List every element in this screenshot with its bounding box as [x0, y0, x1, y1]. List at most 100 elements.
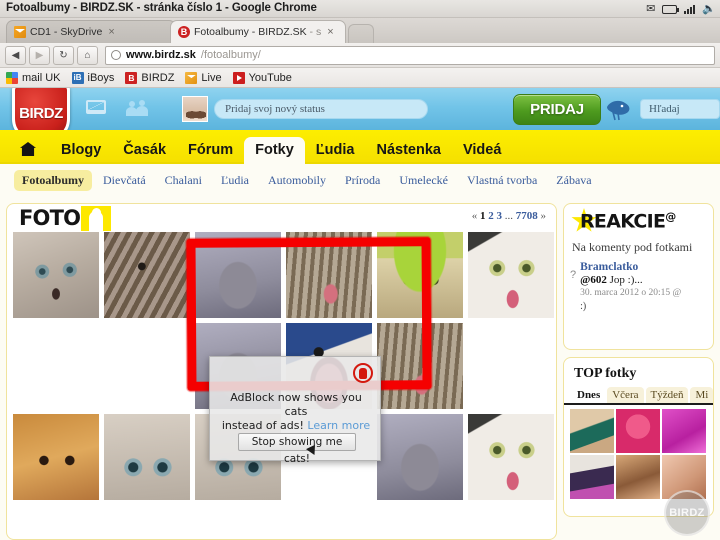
subnav-umelecke[interactable]: Umelecké: [391, 170, 456, 191]
reakcie-item[interactable]: ? Bramclatko @602 Jop :)... 30. marca 20…: [564, 259, 713, 313]
pager-last-page[interactable]: 7708: [516, 210, 538, 222]
photo-thumb[interactable]: [13, 232, 99, 318]
bookmark-live[interactable]: Live: [185, 71, 222, 84]
bookmark-youtube[interactable]: YouTube: [232, 71, 292, 84]
photo-thumb[interactable]: [13, 323, 99, 409]
tab-vcera[interactable]: Včera: [607, 387, 644, 403]
pager-ellipsis: ...: [504, 210, 513, 222]
birdz-icon: B: [178, 26, 190, 38]
foto-panel-header: FOTO « 1 2 3 ... 7708 »: [7, 204, 556, 232]
url-path: /fotoalbumy/: [200, 49, 261, 61]
bookmark-iboys[interactable]: iB iBoys: [71, 71, 115, 84]
subnav-automobily[interactable]: Automobily: [260, 170, 334, 191]
browser-window: Fotoalbumy - BIRDZ.SK - stránka číslo 1 …: [0, 0, 720, 540]
bookmark-label: iBoys: [87, 71, 115, 84]
stop-showing-cats-button[interactable]: Stop showing me cats!: [238, 433, 356, 465]
reakcie-date: 30. marca 2012 o 20:15 @: [580, 288, 682, 298]
status-input[interactable]: Pridaj svoj nový status: [214, 99, 428, 119]
nav-item-forum[interactable]: Fórum: [177, 142, 244, 165]
question-icon: ?: [570, 269, 577, 281]
subnav-fotoalbumy[interactable]: Fotoalbumy: [14, 170, 93, 191]
forward-button[interactable]: ▶: [29, 45, 50, 65]
top-photo-thumb[interactable]: [616, 455, 660, 499]
pager-prev[interactable]: «: [472, 210, 478, 222]
top-photo-thumb[interactable]: [662, 409, 706, 453]
search-input[interactable]: Hľadaj: [640, 99, 720, 119]
people-icon[interactable]: [125, 100, 149, 116]
pager-page-3[interactable]: 3: [497, 210, 503, 222]
top-photo-thumb[interactable]: [616, 409, 660, 453]
tab-dnes[interactable]: Dnes: [572, 387, 606, 403]
tab-title: Fotoalbumy - BIRDZ.SK - s: [194, 26, 322, 38]
photo-thumb[interactable]: [377, 414, 463, 500]
bookmark-birdz[interactable]: B BIRDZ: [125, 71, 174, 84]
page-title: FOTO: [19, 206, 81, 230]
tab-fotoalbumy[interactable]: B Fotoalbumy - BIRDZ.SK - s ×: [170, 20, 346, 43]
photo-thumb[interactable]: [377, 232, 463, 318]
bookmark-label: mail UK: [22, 71, 61, 84]
reakcie-title: REAKCIE@: [580, 210, 676, 233]
browser-toolbar: ◀ ▶ ↻ ⌂ www.birdz.sk/fotoalbumy/: [0, 43, 720, 68]
sub-nav: Fotoalbumy Dievčatá Chalani Ľudia Automo…: [0, 164, 720, 197]
new-tab-button[interactable]: [348, 24, 374, 43]
bookmark-label: YouTube: [248, 71, 292, 84]
nav-item-videa[interactable]: Videá: [452, 142, 512, 165]
tab-mesiac[interactable]: Mi: [690, 387, 713, 403]
url-domain: www.birdz.sk: [126, 49, 196, 61]
window-title-bar: Fotoalbumy - BIRDZ.SK - stránka číslo 1 …: [0, 0, 720, 18]
nav-item-fotky[interactable]: Fotky: [244, 136, 305, 166]
photo-thumb[interactable]: [104, 323, 190, 409]
reakcie-mention: @602: [580, 274, 607, 286]
battery-icon[interactable]: [662, 4, 680, 14]
subnav-dievcata[interactable]: Dievčatá: [95, 170, 154, 191]
signal-icon[interactable]: [684, 4, 696, 14]
photo-thumb[interactable]: [104, 232, 190, 318]
photo-thumb[interactable]: [468, 232, 554, 318]
envelope-icon[interactable]: [86, 100, 106, 114]
photo-thumb[interactable]: [286, 232, 372, 318]
nav-item-ludia[interactable]: Ľudia: [305, 142, 366, 165]
reakcie-text: Jop :)...: [609, 274, 643, 286]
photo-thumb[interactable]: [195, 232, 281, 318]
nav-item-nastenka[interactable]: Nástenka: [365, 142, 451, 165]
volume-icon[interactable]: 🔈: [702, 1, 716, 17]
photo-thumb[interactable]: [104, 414, 190, 500]
bookmark-mail-uk[interactable]: mail UK: [6, 71, 61, 84]
reload-button[interactable]: ↻: [53, 45, 74, 65]
home-button[interactable]: ⌂: [77, 45, 98, 65]
photo-thumb[interactable]: [468, 414, 554, 500]
subnav-priroda[interactable]: Príroda: [337, 170, 388, 191]
subnav-vlastna-tvorba[interactable]: Vlastná tvorba: [459, 170, 545, 191]
photo-thumb[interactable]: [377, 323, 463, 409]
tab-tyzden[interactable]: Týždeň: [645, 387, 689, 403]
avatar[interactable]: [182, 96, 208, 122]
close-icon[interactable]: ×: [108, 26, 114, 38]
nav-item-casak[interactable]: Časák: [112, 142, 177, 165]
subnav-ludia[interactable]: Ľudia: [213, 170, 257, 191]
top-photo-thumb[interactable]: [570, 455, 614, 499]
person-badge-icon: [81, 206, 112, 231]
window-title: Fotoalbumy - BIRDZ.SK - stránka číslo 1 …: [6, 2, 317, 14]
adblock-popup[interactable]: AdBlock now shows you cats instead of ad…: [209, 356, 381, 465]
subnav-chalani[interactable]: Chalani: [157, 170, 210, 191]
reakcie-username[interactable]: Bramclatko: [580, 261, 681, 274]
mail-icon[interactable]: ✉: [646, 1, 655, 17]
tab-strip: CD1 - SkyDrive × B Fotoalbumy - BIRDZ.SK…: [0, 18, 720, 43]
photo-thumb[interactable]: [468, 323, 554, 409]
pager-page-1[interactable]: 1: [480, 210, 486, 222]
pridaj-label: PRIDAJ: [530, 101, 584, 118]
home-icon[interactable]: [20, 142, 36, 156]
gmail-icon: [6, 71, 18, 84]
address-bar[interactable]: www.birdz.sk/fotoalbumy/: [105, 45, 715, 65]
pridaj-button[interactable]: PRIDAJ: [513, 94, 601, 125]
learn-more-link[interactable]: Learn more: [307, 419, 370, 432]
subnav-zabava[interactable]: Zábava: [548, 170, 599, 191]
tab-skydrive[interactable]: CD1 - SkyDrive ×: [6, 20, 176, 43]
pager-next[interactable]: »: [541, 210, 547, 222]
top-photo-thumb[interactable]: [570, 409, 614, 453]
pager-page-2[interactable]: 2: [488, 210, 494, 222]
nav-item-blogy[interactable]: Blogy: [50, 142, 112, 165]
back-button[interactable]: ◀: [5, 45, 26, 65]
close-icon[interactable]: ×: [327, 26, 333, 38]
photo-thumb[interactable]: [13, 414, 99, 500]
